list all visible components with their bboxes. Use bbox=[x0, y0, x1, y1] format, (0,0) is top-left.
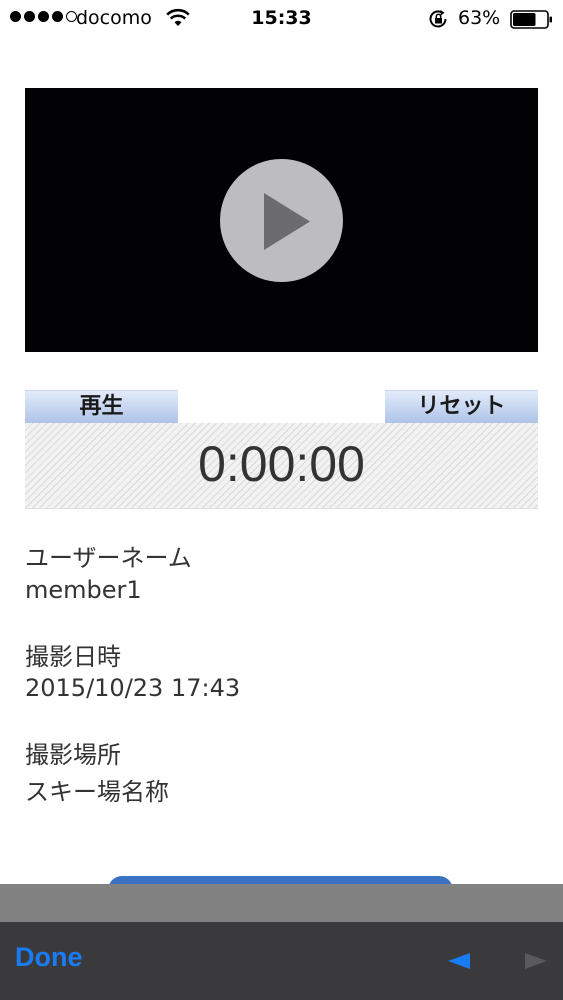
bottom-toolbar: Done bbox=[0, 922, 563, 1000]
username-value: member1 bbox=[25, 576, 142, 604]
shooting-datetime-label: 撮影日時 bbox=[25, 643, 121, 671]
keyboard-accessory-bar bbox=[0, 884, 563, 922]
next-arrow-icon[interactable] bbox=[523, 952, 549, 974]
status-bar: docomo 15:33 63% bbox=[0, 0, 563, 38]
shooting-location-label: 撮影場所 bbox=[25, 741, 121, 769]
previous-arrow-icon[interactable] bbox=[446, 952, 472, 974]
shooting-location-value: スキー場名称 bbox=[25, 778, 169, 806]
play-button[interactable]: 再生 bbox=[25, 390, 178, 423]
battery-percent: 63% bbox=[458, 7, 501, 29]
done-button[interactable]: Done bbox=[15, 942, 83, 973]
reset-button[interactable]: リセット bbox=[385, 390, 538, 423]
rotation-lock-icon bbox=[428, 9, 450, 34]
timer-value: 0:00:00 bbox=[198, 436, 365, 492]
screen: docomo 15:33 63% 再生 リセット 0:00:00 ユーザーネーム… bbox=[0, 0, 563, 1000]
timer-display: 0:00:00 bbox=[25, 423, 538, 509]
play-icon[interactable] bbox=[220, 159, 343, 282]
shooting-datetime-value: 2015/10/23 17:43 bbox=[25, 674, 241, 702]
username-label: ユーザーネーム bbox=[25, 544, 192, 572]
battery-icon bbox=[510, 10, 554, 35]
